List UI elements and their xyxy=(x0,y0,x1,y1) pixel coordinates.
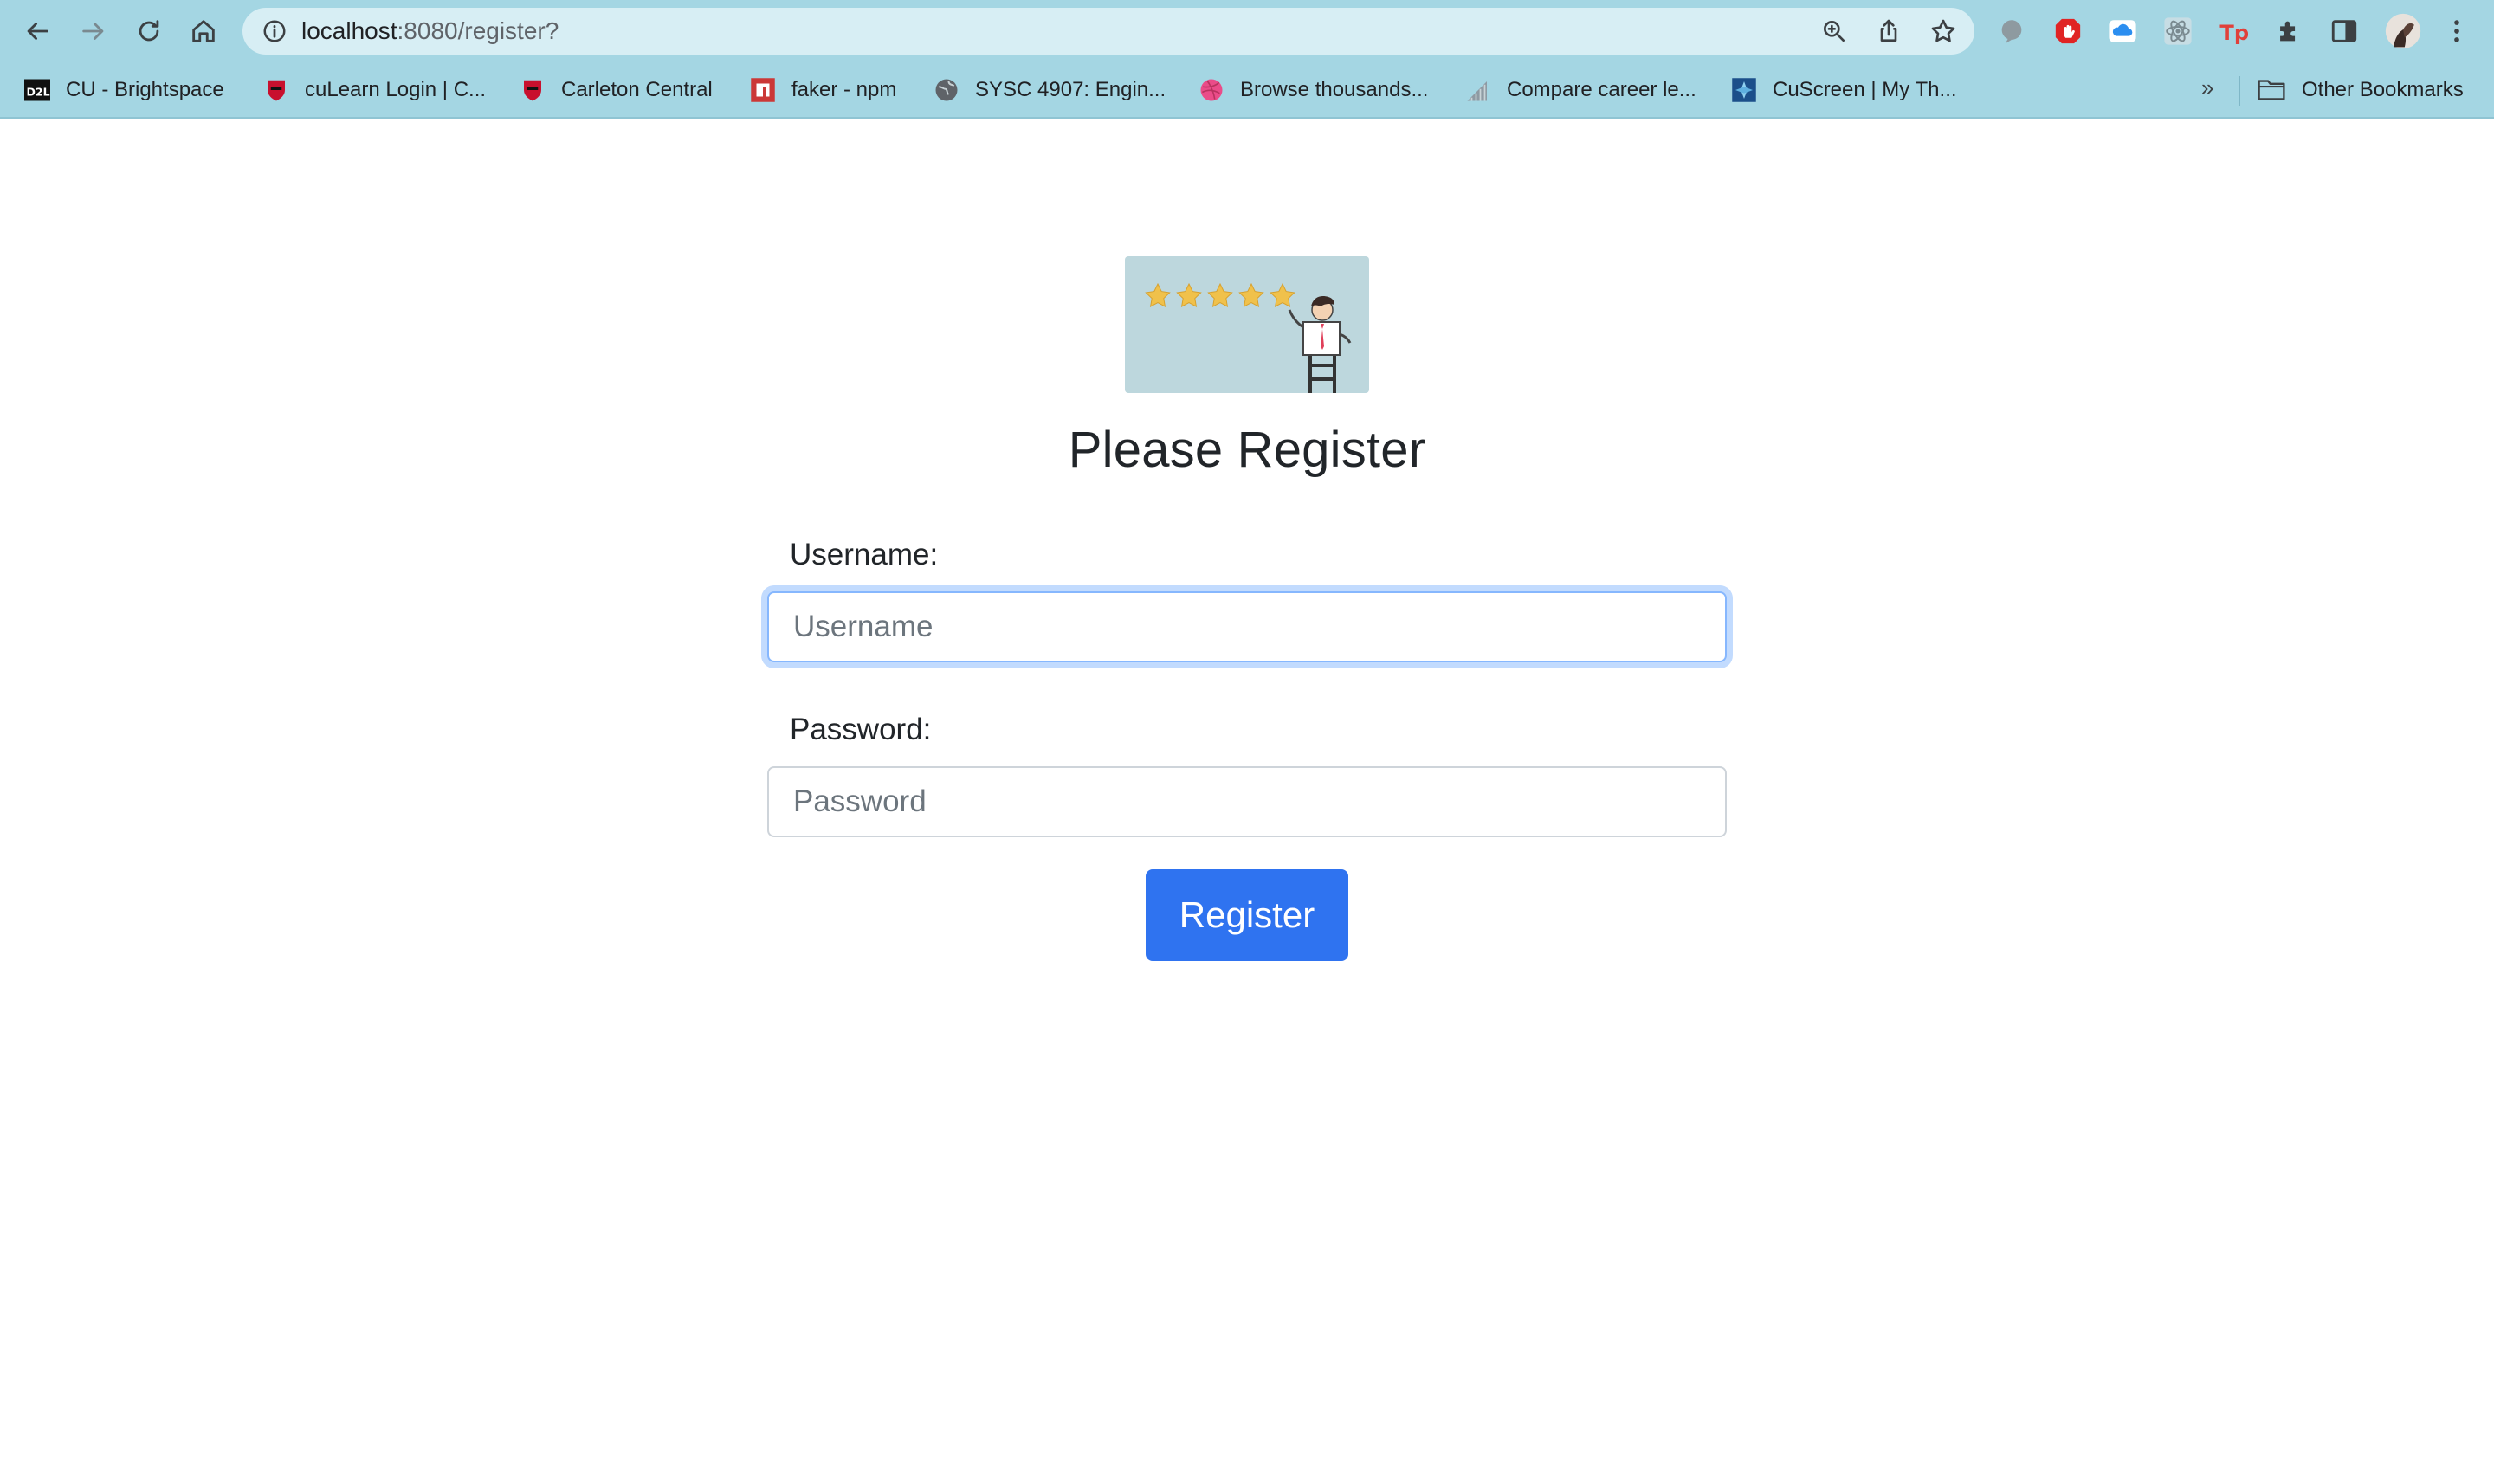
profile-avatar[interactable] xyxy=(2383,11,2423,51)
bookmark-label: Compare career le... xyxy=(1507,78,1696,101)
bookmark-label: Carleton Central xyxy=(561,78,713,101)
url-path: :8080/register? xyxy=(397,17,559,44)
bookmark-item[interactable]: faker - npm xyxy=(750,69,896,111)
extension-tp-icon[interactable]: Tp xyxy=(2217,15,2250,48)
reload-button[interactable] xyxy=(130,12,168,50)
reload-icon xyxy=(139,20,159,42)
password-label: Password: xyxy=(790,713,932,746)
bookmark-star-icon[interactable] xyxy=(1929,17,1957,45)
other-bookmarks[interactable]: Other Bookmarks xyxy=(2257,69,2464,111)
npm-icon xyxy=(751,78,775,102)
dribbble-icon xyxy=(1200,79,1223,101)
browser-toolbar: localhost:8080/register? Tp xyxy=(0,0,2494,62)
folder-icon xyxy=(2258,80,2285,100)
forward-button[interactable] xyxy=(74,12,113,50)
register-page: Please Register Username: Password: Regi… xyxy=(0,119,2494,1484)
globe-icon xyxy=(935,79,958,101)
bookmark-item[interactable]: D2L CU - Brightspace xyxy=(24,69,224,111)
svg-text:D2L: D2L xyxy=(27,85,50,98)
side-panel-icon[interactable] xyxy=(2328,15,2361,48)
bookmark-item[interactable]: Carleton Central xyxy=(520,69,713,111)
page-title: Please Register xyxy=(1068,422,1426,478)
d2l-icon: D2L xyxy=(24,79,50,101)
menu-kebab-icon[interactable] xyxy=(2440,15,2473,48)
svg-text:Tp: Tp xyxy=(2219,21,2248,45)
carleton-icon xyxy=(524,80,541,101)
forward-arrow-icon xyxy=(82,23,104,40)
browser-chrome: localhost:8080/register? Tp D2L CU - Bri… xyxy=(0,0,2494,119)
bookmark-label: cuLearn Login | C... xyxy=(305,78,487,101)
bookmark-label: Browse thousands... xyxy=(1240,78,1429,101)
bookmark-item[interactable]: SYSC 4907: Engin... xyxy=(934,69,1166,111)
bookmarks-bar: D2L CU - Brightspace cuLearn Login | C..… xyxy=(0,69,2494,111)
password-input[interactable] xyxy=(767,766,1727,837)
chart-icon xyxy=(1467,81,1487,101)
bookmark-item[interactable]: CuScreen | My Th... xyxy=(1731,69,1957,111)
bookmarks-divider xyxy=(2239,76,2240,106)
username-label: Username: xyxy=(790,538,939,571)
extensions-puzzle-icon[interactable] xyxy=(2272,15,2305,48)
extension-react-icon[interactable] xyxy=(2161,15,2194,48)
carleton-icon xyxy=(268,80,285,101)
extension-chat-icon[interactable] xyxy=(1995,15,2028,48)
extension-cloud-icon[interactable] xyxy=(2106,15,2139,48)
back-button[interactable] xyxy=(18,12,56,50)
bookmark-item[interactable]: Compare career le... xyxy=(1465,69,1696,111)
bookmark-label: faker - npm xyxy=(791,78,897,101)
extension-adblock-icon[interactable] xyxy=(2051,15,2084,48)
more-bookmarks-chevron-icon[interactable]: » xyxy=(2201,74,2213,101)
url-host: localhost xyxy=(301,17,397,44)
other-bookmarks-label: Other Bookmarks xyxy=(2302,78,2464,101)
bookmark-label: CU - Brightspace xyxy=(66,78,224,101)
cuscreen-icon xyxy=(1732,78,1756,102)
register-button[interactable]: Register xyxy=(1146,869,1348,961)
back-arrow-icon xyxy=(27,23,48,40)
bookmark-label: SYSC 4907: Engin... xyxy=(975,78,1166,101)
url-text[interactable]: localhost:8080/register? xyxy=(301,8,559,55)
five-stars-person-image xyxy=(1145,282,1352,393)
site-info-icon[interactable] xyxy=(262,18,288,44)
bookmark-item[interactable]: cuLearn Login | C... xyxy=(263,69,486,111)
rating-illustration xyxy=(1125,256,1369,393)
address-bar[interactable]: localhost:8080/register? xyxy=(242,8,1974,55)
home-button[interactable] xyxy=(184,12,223,50)
username-input[interactable] xyxy=(767,591,1727,662)
bookmark-item[interactable]: Browse thousands... xyxy=(1199,69,1428,111)
bookmark-label: CuScreen | My Th... xyxy=(1773,78,1957,101)
share-icon[interactable] xyxy=(1875,17,1903,45)
home-icon xyxy=(192,20,215,42)
zoom-icon[interactable] xyxy=(1820,17,1848,45)
